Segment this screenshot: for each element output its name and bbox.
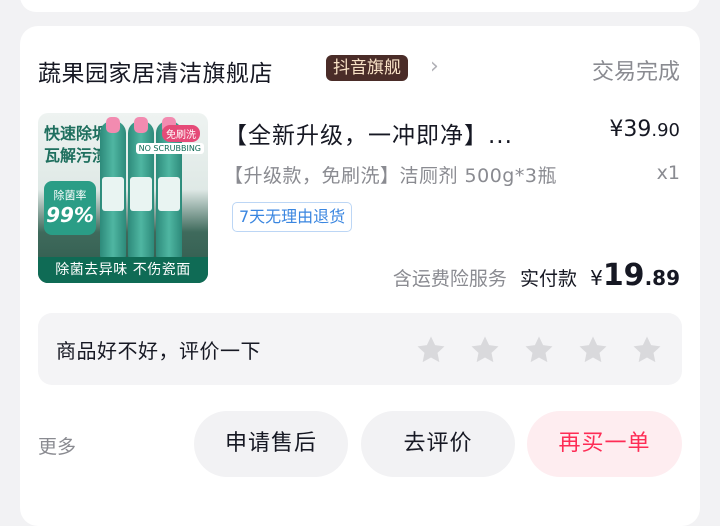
review-prompt-text: 商品好不好，评价一下 bbox=[56, 339, 261, 363]
product-image-banner: 除菌去异味 不伤瓷面 bbox=[38, 257, 208, 283]
shop-name[interactable]: 蔬果园家居清洁旗舰店 bbox=[38, 54, 273, 88]
product-image-rate-badge: 除菌率 99% bbox=[44, 181, 96, 235]
chevron-right-icon[interactable]: › bbox=[430, 54, 439, 79]
shop-header[interactable]: 蔬果园家居清洁旗舰店 抖音旗舰 › 交易完成 bbox=[38, 52, 680, 88]
star-icon[interactable] bbox=[576, 333, 610, 367]
write-review-button[interactable]: 去评价 bbox=[361, 411, 515, 477]
shipping-insurance-label: 含运费险服务 bbox=[392, 268, 507, 290]
star-icon[interactable] bbox=[630, 333, 664, 367]
product-image-tag-en: NO SCRUBBING bbox=[135, 143, 204, 154]
review-prompt-box[interactable]: 商品好不好，评价一下 bbox=[38, 313, 682, 385]
product-price: ¥39.90 bbox=[609, 117, 680, 142]
payment-summary: 含运费险服务 实付款 ¥19.89 bbox=[392, 258, 680, 293]
product-spec: 【升级款，免刷洗】洁厕剂 500g*3瓶 bbox=[224, 165, 557, 187]
rating-stars[interactable] bbox=[414, 333, 664, 367]
order-status: 交易完成 bbox=[591, 60, 680, 85]
product-quantity: x1 bbox=[656, 162, 680, 184]
product-image[interactable]: 快速除垢瓦解污渍 免刷洗 NO SCRUBBING 除菌率 99% 除菌去异味 … bbox=[38, 113, 208, 283]
previous-order-card bbox=[20, 0, 700, 12]
star-icon[interactable] bbox=[414, 333, 448, 367]
product-title[interactable]: 【全新升级，一冲即净】... bbox=[224, 116, 569, 150]
product-image-tag: 免刷洗 bbox=[162, 125, 200, 142]
star-icon[interactable] bbox=[522, 333, 556, 367]
order-card: 蔬果园家居清洁旗舰店 抖音旗舰 › 交易完成 快速除垢瓦解污渍 免刷洗 NO S… bbox=[20, 26, 700, 526]
more-link[interactable]: 更多 bbox=[38, 432, 76, 459]
star-icon[interactable] bbox=[468, 333, 502, 367]
after-sales-button[interactable]: 申请售后 bbox=[194, 411, 348, 477]
return-policy-tag: 7天无理由退货 bbox=[232, 202, 353, 232]
paid-amount: ¥19.89 bbox=[590, 258, 680, 293]
buy-again-button[interactable]: 再买一单 bbox=[527, 411, 682, 477]
shop-badge: 抖音旗舰 bbox=[326, 55, 408, 81]
paid-label: 实付款 bbox=[519, 268, 577, 290]
